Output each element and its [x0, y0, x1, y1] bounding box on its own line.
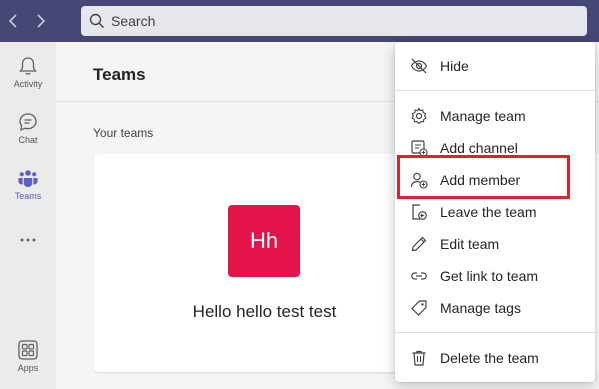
- team-name: Hello hello test test: [192, 302, 337, 321]
- menu-item-manage-tags[interactable]: Manage tags: [395, 292, 595, 324]
- rail-item-activity[interactable]: Activity: [0, 47, 56, 97]
- top-bar: [0, 0, 599, 42]
- menu-item-delete-team[interactable]: Delete the team: [395, 342, 595, 374]
- menu-label-get-link: Get link to team: [440, 268, 539, 284]
- rail-label-activity: Activity: [13, 79, 43, 89]
- menu-label-add-channel: Add channel: [440, 140, 518, 156]
- menu-label-manage-team: Manage team: [440, 108, 526, 124]
- menu-item-manage-team[interactable]: Manage team: [395, 100, 595, 132]
- rail-label-teams: Teams: [14, 191, 42, 201]
- rail-item-chat[interactable]: Chat: [0, 103, 56, 153]
- leave-icon: [412, 204, 427, 220]
- menu-item-hide[interactable]: Hide: [395, 50, 595, 82]
- team-context-menu: Hide Manage team Add channel Add member …: [395, 42, 595, 382]
- chevron-left-icon: [8, 14, 17, 28]
- back-button[interactable]: [3, 10, 23, 32]
- menu-label-edit-team: Edit team: [440, 236, 500, 252]
- link-icon: [411, 272, 427, 280]
- gear-icon: [411, 107, 427, 125]
- rail-label-chat: Chat: [18, 135, 38, 145]
- trash-icon: [412, 350, 426, 366]
- team-initials: Hh: [249, 228, 279, 253]
- menu-label-hide: Hide: [440, 58, 469, 74]
- chevron-right-icon: [37, 14, 46, 28]
- highlight-annotation: [397, 155, 570, 199]
- more-icon: [20, 238, 36, 242]
- chat-icon: [19, 113, 37, 132]
- menu-label-delete-team: Delete the team: [440, 350, 539, 366]
- search-box[interactable]: [81, 6, 587, 36]
- apps-icon: [18, 340, 38, 360]
- teams-icon: [18, 170, 38, 187]
- rail-item-teams[interactable]: Teams: [0, 159, 56, 209]
- team-card[interactable]: Hh Hello hello test test: [94, 154, 398, 372]
- page-title: Teams: [93, 65, 146, 84]
- rail-item-more[interactable]: [0, 215, 56, 265]
- forward-button[interactable]: [31, 10, 51, 32]
- menu-divider: [395, 332, 595, 333]
- pencil-icon: [411, 236, 427, 252]
- section-label-your-teams: Your teams: [93, 126, 154, 140]
- menu-item-edit-team[interactable]: Edit team: [395, 228, 595, 260]
- tag-icon: [411, 300, 427, 316]
- rail-item-apps[interactable]: Apps: [0, 331, 56, 381]
- rail-label-apps: Apps: [17, 363, 39, 373]
- team-avatar: Hh: [228, 205, 300, 277]
- menu-label-manage-tags: Manage tags: [440, 300, 521, 316]
- eye-off-icon: [410, 58, 428, 74]
- search-input[interactable]: [111, 13, 551, 29]
- menu-item-leave-team[interactable]: Leave the team: [395, 196, 595, 228]
- app-rail: Activity Chat Teams Apps: [0, 42, 56, 389]
- menu-divider: [395, 90, 595, 91]
- menu-label-leave-team: Leave the team: [440, 204, 537, 220]
- bell-icon: [19, 57, 37, 75]
- menu-item-get-link[interactable]: Get link to team: [395, 260, 595, 292]
- search-icon: [89, 13, 104, 28]
